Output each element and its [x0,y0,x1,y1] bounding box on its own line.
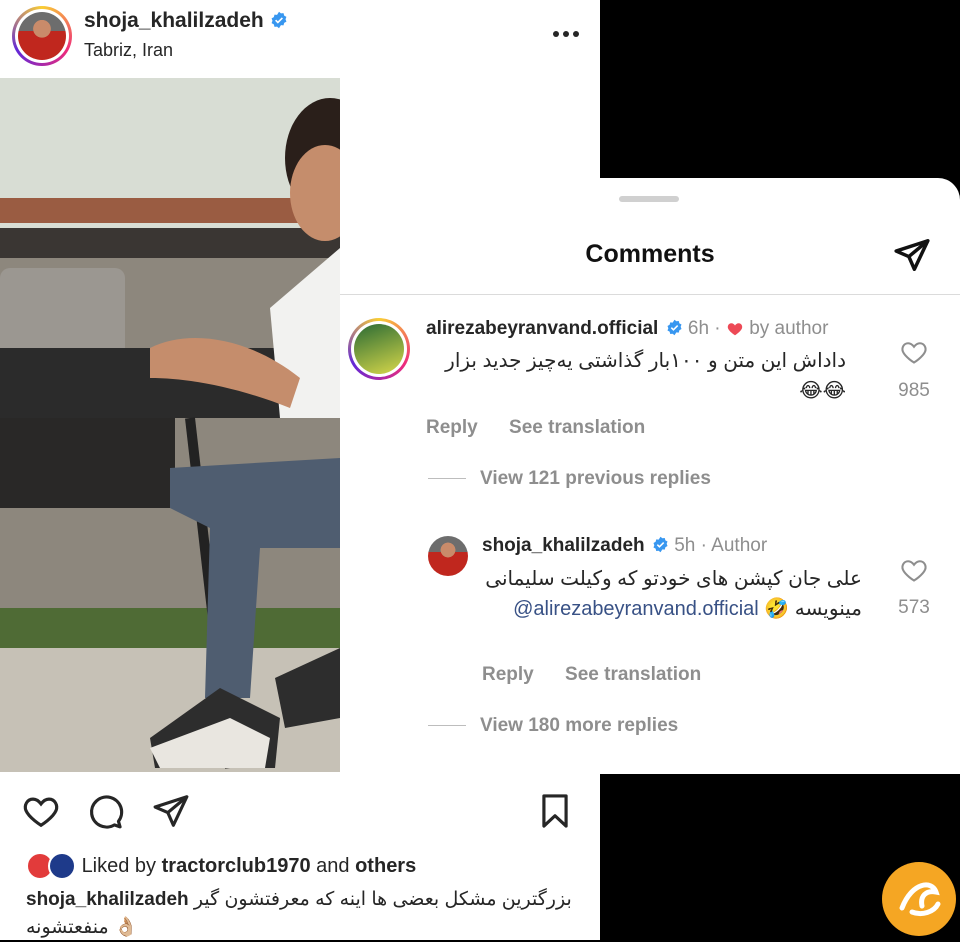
reply-header: shoja_khalilzadeh 5h · Author [482,535,768,556]
heart-icon[interactable] [899,556,929,584]
verified-icon [653,536,668,553]
mention-link[interactable]: @alirezabeyranvand.official [513,598,759,620]
post-photo[interactable] [0,78,340,772]
heart-icon[interactable] [899,338,929,366]
post-username[interactable]: shoja_khalilzadeh [84,9,288,33]
photo-man-at-table [0,78,340,772]
like-count: 985 [898,380,930,401]
comment-icon[interactable] [86,792,124,830]
comment-header: alirezabeyranvand.official 6h · by autho… [426,318,829,339]
comments-sheet: Comments alirezabeyranvand.official 6h ·… [340,178,960,774]
sheet-title: Comments [585,240,715,268]
post-avatar[interactable] [12,6,72,66]
bookmark-icon[interactable] [536,792,574,830]
watermark-logo [882,862,956,936]
see-translation-button[interactable]: See translation [565,664,701,685]
post-caption: shoja_khalilzadeh بزرگترین مشکل بعضی ها … [26,889,572,938]
liked-by-avatars [26,852,76,880]
comment-text: داداش این متن و ۱۰۰بار گذاشتی یه‌چیز جدی… [445,350,846,402]
heart-icon[interactable] [22,792,60,830]
reply-text: علی جان کپشن های خودتو که وکیلت سلیمانی … [485,568,862,620]
reply-button[interactable]: Reply [426,417,478,438]
sheet-divider [340,294,960,295]
watermark-glyph-icon [899,882,941,917]
author-heart-icon [727,323,743,336]
sheet-grabber[interactable] [619,196,679,202]
comment-avatar[interactable] [348,318,410,380]
post-location[interactable]: Tabriz, Iran [84,40,173,61]
see-translation-button[interactable]: See translation [509,417,645,438]
post-actions [0,780,600,840]
reply-button[interactable]: Reply [482,664,534,685]
verified-icon [667,319,682,336]
more-icon[interactable] [550,20,582,48]
view-more-replies[interactable]: View 180 more replies [428,715,678,737]
reply-avatar[interactable] [428,536,468,576]
share-icon[interactable] [892,236,932,274]
liked-by-line[interactable]: Liked by tractorclub1970 and others [26,852,416,880]
send-icon[interactable] [152,792,190,830]
comment-actions: Reply See translation [426,417,671,439]
reply-actions: Reply See translation [482,664,727,686]
like-count: 573 [898,597,930,618]
post-header: shoja_khalilzadeh Tabriz, Iran [0,0,600,76]
verified-icon [271,11,287,29]
view-previous-replies[interactable]: View 121 previous replies [428,468,711,490]
